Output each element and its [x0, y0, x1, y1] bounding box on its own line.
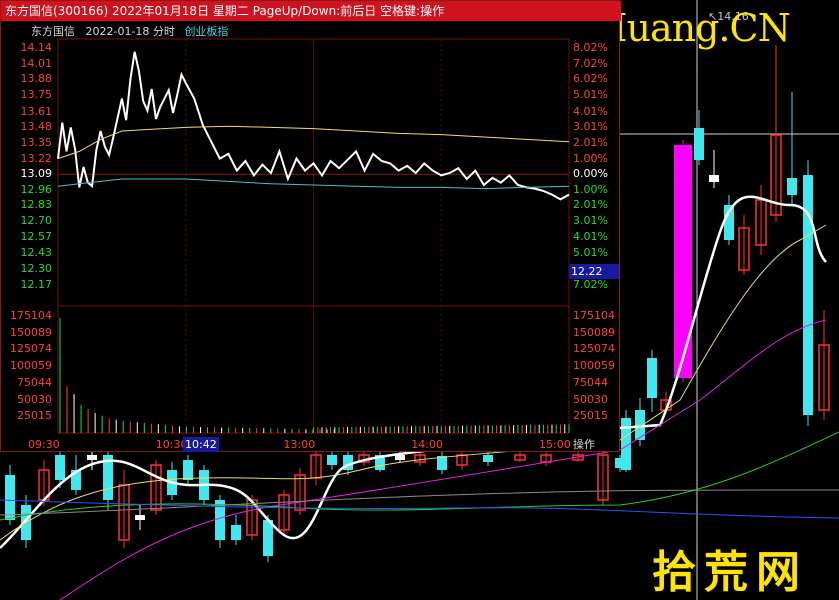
percent-tick-label: 6.02% — [573, 72, 608, 86]
cursor-time-label: 10:42 — [183, 437, 219, 452]
ma120-line — [0, 489, 839, 516]
price-tick-label: 13.22 — [20, 151, 53, 165]
volume-tick-label-left: 100059 — [10, 359, 52, 373]
kline-candle — [483, 455, 493, 462]
volume-tick-label-left: 25015 — [17, 409, 52, 423]
intraday-popup-window[interactable]: 东方国信(300166) 2022年01月18日 星期二 PageUp/Down… — [0, 0, 621, 453]
price-tick-label: 13.88 — [20, 72, 53, 86]
kline-candle — [787, 178, 797, 195]
volume-tick-label-left: 50030 — [17, 392, 52, 406]
operate-button[interactable]: 操作 — [573, 437, 595, 452]
price-tick-label: 13.09 — [20, 167, 53, 181]
kline-candle — [395, 455, 405, 460]
percent-tick-label: 1.00% — [573, 151, 608, 165]
kline-candle — [615, 458, 625, 468]
price-tick-label: 14.01 — [20, 56, 53, 70]
kline-candle — [231, 525, 241, 540]
percent-tick-label: 7.02% — [573, 56, 608, 70]
percent-tick-label: 3.01% — [573, 120, 608, 134]
price-tick-label: 13.61 — [20, 104, 53, 118]
price-tick-label: 14.14 — [20, 41, 53, 55]
price-tick-label: 12.83 — [20, 198, 53, 212]
percent-tick-label: 1.00% — [573, 182, 608, 196]
percent-tick-label: 2.01% — [573, 136, 608, 149]
kline-candle — [694, 128, 704, 160]
kline-candle — [327, 455, 337, 465]
price-tick-label: 12.57 — [20, 229, 53, 243]
percent-tick-label: 8.02% — [573, 41, 608, 55]
percent-tick-label: 7.02% — [573, 277, 608, 291]
volume-tick-label-right: 100059 — [573, 359, 615, 373]
volume-tick-label-right: 175104 — [573, 308, 615, 322]
time-tick-label: 14:00 — [411, 438, 443, 451]
price-tick-label: 13.75 — [20, 88, 53, 101]
intraday-chart[interactable] — [1, 1, 621, 453]
percent-tick-label: 0.00% — [573, 167, 608, 181]
kline-candle — [55, 455, 65, 480]
price-tick-label: 12.43 — [20, 246, 53, 260]
kline-candle — [674, 145, 692, 378]
kline-candle — [87, 455, 97, 460]
time-tick-label: 15:00 — [539, 438, 571, 451]
percent-tick-label: 3.01% — [573, 214, 608, 227]
kline-candle — [183, 460, 193, 480]
kline-candle — [5, 475, 15, 520]
ma250-line — [0, 499, 839, 519]
price-tick-label: 12.30 — [20, 262, 53, 275]
percent-tick-label: 5.01% — [573, 88, 608, 101]
percent-tick-label: 4.01% — [573, 229, 608, 243]
volume-tick-label-right: 50030 — [573, 392, 608, 406]
volume-tick-label-right: 125074 — [573, 342, 615, 356]
price-tick-label: 12.17 — [20, 277, 53, 291]
kline-candle — [647, 358, 657, 398]
price-tick-label: 12.96 — [20, 182, 53, 196]
percent-tick-label: 2.01% — [573, 198, 608, 212]
volume-tick-label-right: 150089 — [573, 325, 615, 339]
volume-tick-label-left: 75044 — [17, 375, 52, 389]
volume-tick-label-left: 175104 — [10, 308, 52, 322]
price-tick-label: 12.70 — [20, 214, 53, 227]
time-tick-label: 09:30 — [28, 438, 60, 451]
price-tick-label: 13.35 — [20, 136, 53, 149]
volume-tick-label-left: 125074 — [10, 342, 52, 356]
volume-tick-label-left: 150089 — [10, 325, 52, 339]
percent-tick-label: 5.01% — [573, 246, 608, 260]
watermark-logo-bottom: 拾荒网 — [652, 547, 808, 598]
volume-tick-label-right: 75044 — [573, 375, 608, 389]
kline-candle — [709, 175, 719, 182]
kline-candle — [135, 515, 145, 520]
cursor-price-label: 12.22 — [569, 264, 619, 279]
price-tick-label: 13.48 — [20, 120, 53, 134]
percent-tick-label: 4.01% — [573, 104, 608, 118]
volume-tick-label-right: 25015 — [573, 409, 608, 423]
time-tick-label: 13:00 — [283, 438, 316, 451]
